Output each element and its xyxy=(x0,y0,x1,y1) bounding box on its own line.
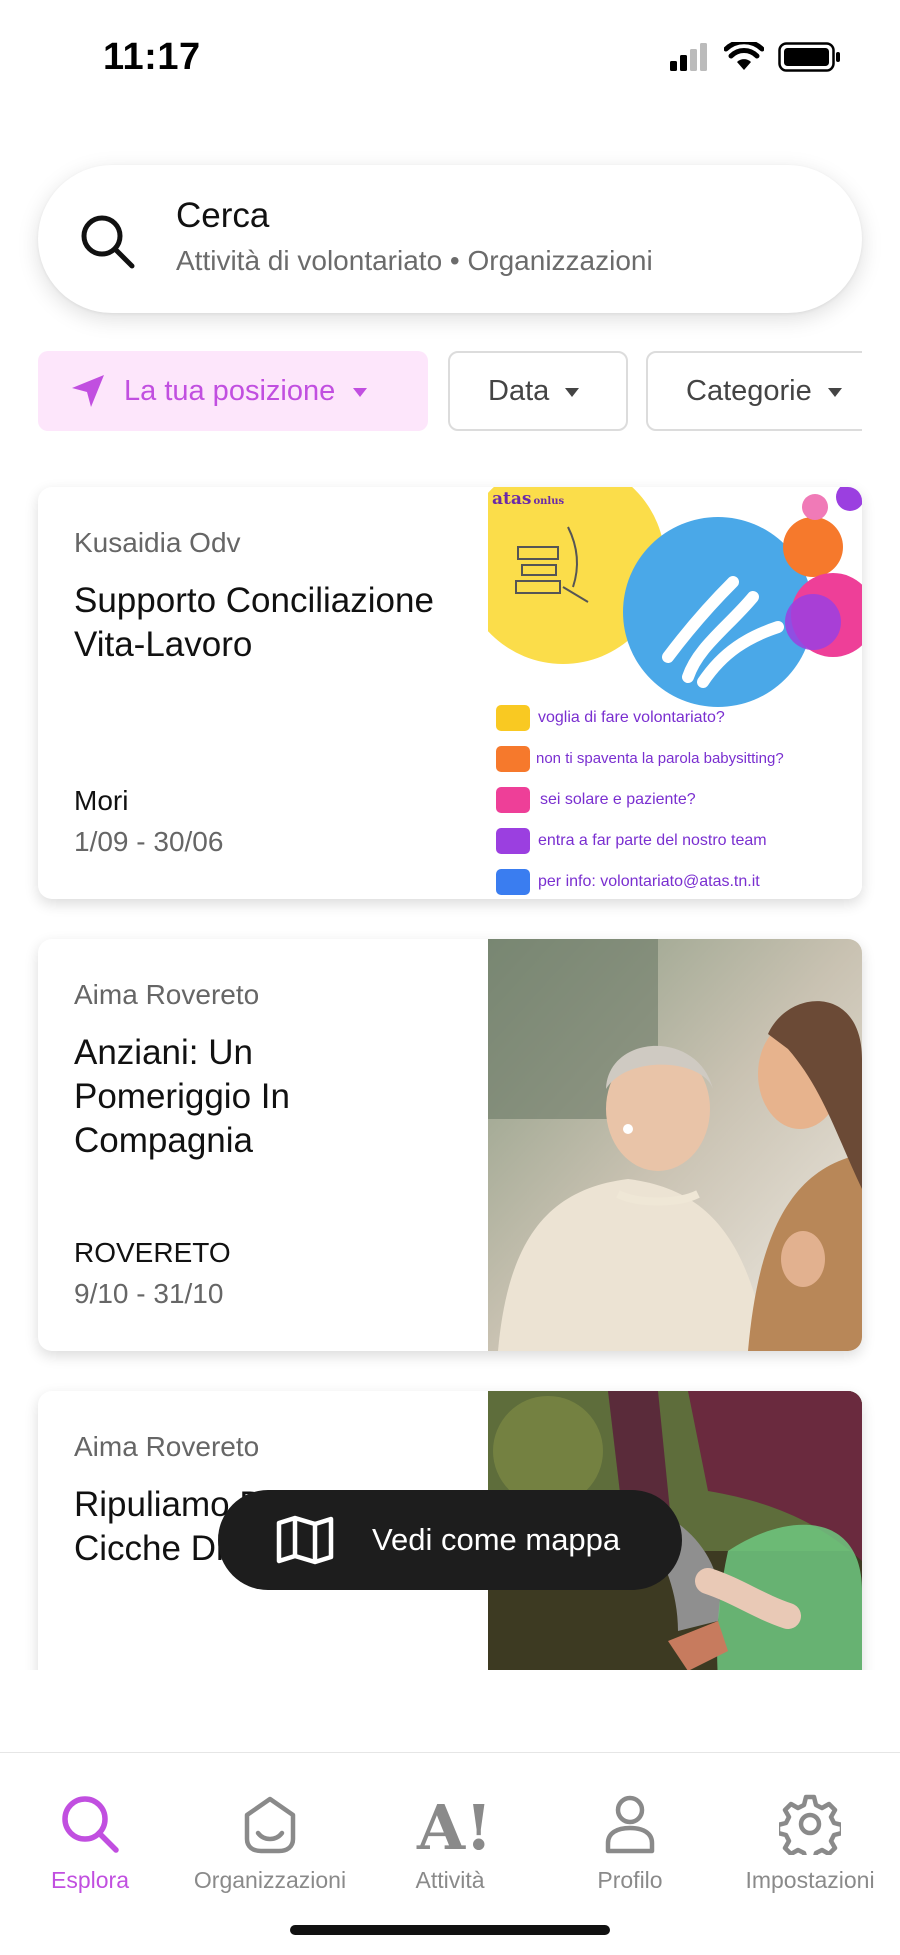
status-time: 11:17 xyxy=(103,36,201,78)
cellular-signal-icon xyxy=(670,43,707,71)
search-icon xyxy=(62,1796,119,1853)
speech-bubble-icon xyxy=(496,827,530,854)
filter-bar: La tua posizione Data Categorie xyxy=(38,351,862,431)
card-organization: Aima Rovereto xyxy=(74,979,260,1010)
flyer-line: sei solare e paziente? xyxy=(496,779,862,820)
card-place: ROVERETO xyxy=(74,1237,231,1268)
chevron-down-icon xyxy=(353,387,368,397)
status-bar: 11:17 xyxy=(0,0,900,110)
search-subtitle: Attività di volontariato • Organizzazion… xyxy=(176,245,653,276)
organization-smile-icon xyxy=(244,1796,296,1854)
card-title: Anziani: Un Pomeriggio In Compagnia xyxy=(74,1033,290,1160)
activity-card[interactable]: Aima Rovereto Anziani: Un Pomeriggio In … xyxy=(38,939,862,1351)
card-dates: 9/10 - 31/10 xyxy=(74,1278,224,1309)
flyer-lines: voglia di fare volontariato? non ti spav… xyxy=(496,697,862,899)
activity-list: Kusaidia Odv Supporto Conciliazione Vita… xyxy=(0,460,900,1670)
speech-bubble-icon xyxy=(496,786,530,813)
card-title: Supporto Conciliazione Vita-Lavoro xyxy=(74,581,434,664)
card-dates: 1/09 - 30/06 xyxy=(74,826,224,857)
map-icon xyxy=(276,1515,334,1565)
location-filter-label: La tua posizione xyxy=(124,374,336,407)
speech-bubble-icon xyxy=(496,868,530,895)
tab-profilo[interactable]: Profilo xyxy=(540,1793,720,1894)
home-indicator xyxy=(290,1925,610,1935)
tab-attivita[interactable]: A! Attività xyxy=(360,1793,540,1894)
tab-label: Impostazioni xyxy=(745,1867,875,1893)
svg-text:A!: A! xyxy=(416,1793,485,1855)
card-organization: Kusaidia Odv xyxy=(74,527,241,558)
search-bar[interactable] xyxy=(38,165,862,313)
card-place: Mori xyxy=(74,785,129,816)
categories-filter-button[interactable]: Categorie xyxy=(646,351,862,431)
categories-filter-label: Categorie xyxy=(686,374,812,407)
flyer-line: non ti spaventa la parola babysitting? xyxy=(496,738,862,779)
flyer-logo: atas onlus xyxy=(492,489,565,509)
wifi-icon xyxy=(724,42,764,70)
speech-bubble-icon xyxy=(496,745,530,772)
chevron-down-icon xyxy=(565,387,580,397)
search-title: Cerca xyxy=(176,196,270,235)
location-filter-button[interactable]: La tua posizione xyxy=(38,351,428,431)
flyer-line: voglia di fare volontariato? xyxy=(496,697,862,738)
profile-icon xyxy=(605,1795,655,1854)
tab-esplora[interactable]: Esplora xyxy=(0,1793,180,1894)
battery-icon xyxy=(778,42,840,72)
location-arrow-icon xyxy=(72,375,104,407)
status-icons xyxy=(670,42,842,72)
card-organization: Aima Rovereto xyxy=(74,1431,260,1462)
activity-a-icon: A! xyxy=(416,1793,485,1855)
chevron-down-icon xyxy=(827,387,842,397)
tab-label: Esplora xyxy=(51,1867,129,1893)
tab-label: Attività xyxy=(415,1867,485,1893)
date-filter-label: Data xyxy=(488,374,550,407)
tab-label: Organizzazioni xyxy=(193,1867,347,1893)
speech-bubble-icon xyxy=(496,704,530,731)
tab-label: Profilo xyxy=(597,1867,663,1893)
card-image-photo xyxy=(488,939,862,1351)
view-as-map-label: Vedi come mappa xyxy=(372,1522,621,1557)
tab-impostazioni[interactable]: Impostazioni xyxy=(720,1793,900,1894)
activity-card[interactable]: Kusaidia Odv Supporto Conciliazione Vita… xyxy=(38,487,862,899)
flyer-line: per info: volontariato@atas.tn.it xyxy=(496,861,862,899)
search-icon xyxy=(81,215,135,269)
date-filter-button[interactable]: Data xyxy=(448,351,628,431)
flyer-line: entra a far parte del nostro team xyxy=(496,820,862,861)
gear-icon xyxy=(779,1794,841,1855)
view-as-map-button[interactable]: Vedi come mappa xyxy=(218,1490,682,1590)
tab-organizzazioni[interactable]: Organizzazioni xyxy=(180,1793,360,1894)
card-image-flyer: atas onlus voglia di fare volontariato? n… xyxy=(488,487,862,899)
